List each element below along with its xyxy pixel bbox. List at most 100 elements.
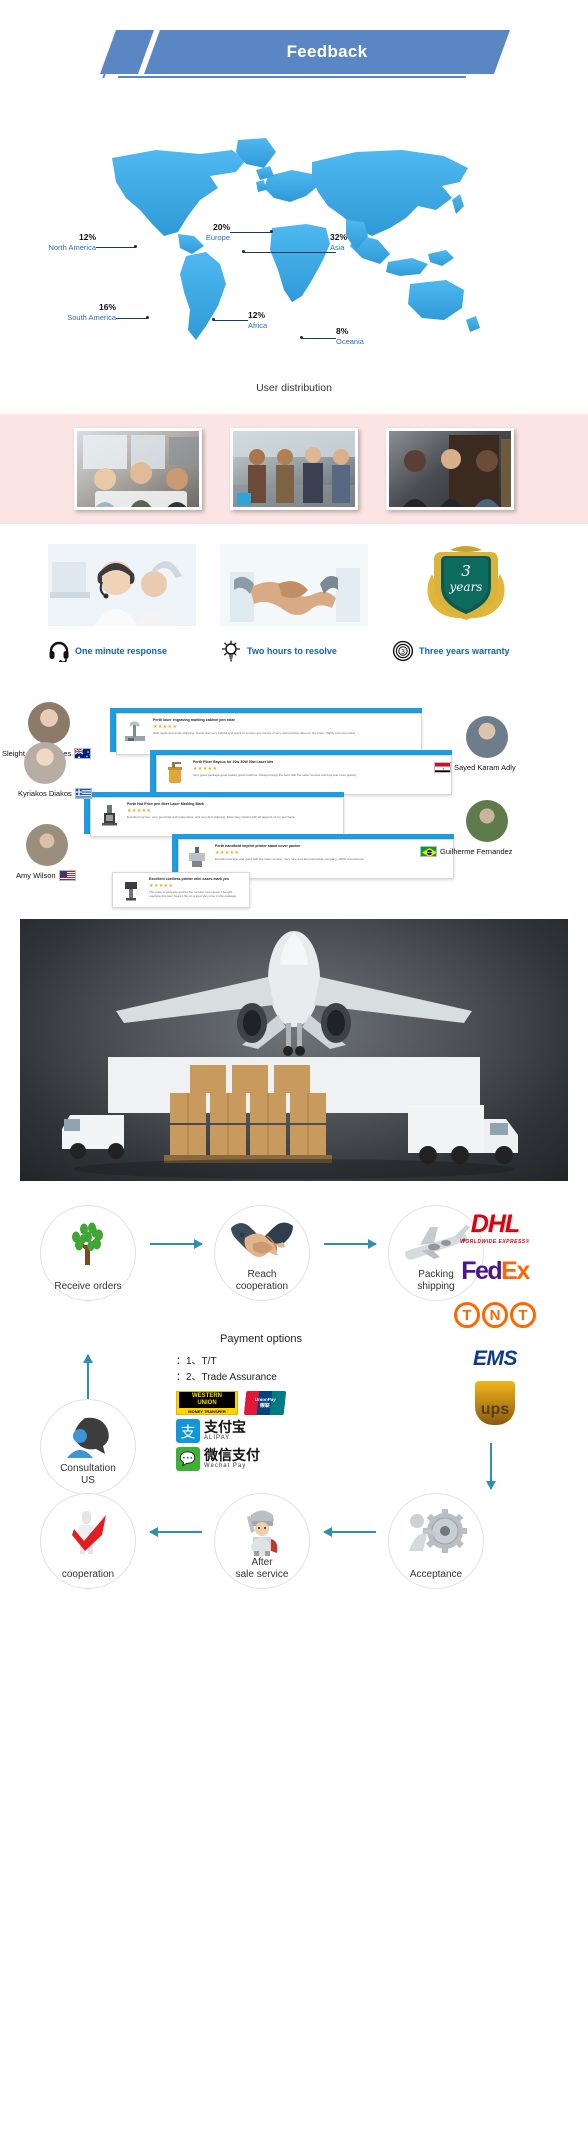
wu-line3: MONEY TRANSFER: [188, 1408, 226, 1414]
flag-greece: [74, 788, 92, 799]
leader-africa: [214, 320, 248, 321]
review-card-5[interactable]: Excellent cordless printer mini cases ma…: [112, 872, 250, 908]
review-text-3: Excellent service, very good fast and re…: [127, 814, 295, 819]
reviewer-name-text-2: Sayed Karam Adly: [454, 763, 516, 772]
review-text-1: Well made and quick shipping. Carrie was…: [153, 730, 355, 735]
flow-arrow-3: [149, 1527, 202, 1537]
ups-text: ups: [475, 1381, 515, 1425]
review-stars-1: ★★★★★: [153, 723, 178, 730]
review-product-thumb-4: [184, 844, 210, 870]
flow-label-consultation: Consultation US: [60, 1463, 116, 1487]
alipay-glyph: 支: [176, 1419, 200, 1443]
customer-photo-3: [386, 428, 514, 510]
reviewer-avatar-4: [466, 800, 508, 842]
map-pct-south-america: 16%: [98, 302, 116, 312]
payment-option-2: ：2、Trade Assurance: [176, 1371, 277, 1383]
reviewer-name-text-5: Amy Wilson: [16, 871, 56, 880]
flow-label-consultation-line1: Consultation: [60, 1463, 116, 1474]
customer-photo-1: [74, 428, 202, 510]
knight-icon: [215, 1504, 309, 1558]
reviewer-name-text-4: Guilherme Fernandez: [440, 847, 513, 856]
tree-icon: [41, 1216, 135, 1270]
leader-dot-north-america: [134, 245, 137, 248]
logistics-hero-section: [0, 909, 588, 1187]
service-label-warranty: Three years warranty: [419, 646, 510, 656]
page-title: Feedback: [286, 42, 368, 61]
flow-node-after-sale-service[interactable]: After sale service: [214, 1493, 310, 1589]
svg-text:3: 3: [461, 562, 471, 580]
badge-3-icon: 3: [392, 640, 414, 662]
flow-label-receive-orders: Receive orders: [54, 1281, 122, 1292]
tnt-letter-3: T: [510, 1302, 536, 1328]
hero-graphic: [62, 931, 518, 1179]
map-region-south-america: South America: [67, 313, 116, 323]
review-text-2: Very good package good quality good mach…: [193, 772, 357, 777]
map-marker-africa: 12% Africa: [248, 310, 288, 332]
tnt-letter-2: N: [482, 1302, 508, 1328]
reviewer-name-text-3: Kyriakos Diakos: [18, 789, 72, 798]
flow-node-cooperation[interactable]: cooperation: [40, 1493, 136, 1589]
flow-label-after-sale-line2: sale service: [235, 1569, 289, 1580]
map-marker-oceania: 8% Oceania: [336, 326, 382, 348]
flow-node-reach-cooperation[interactable]: Reach cooperation: [214, 1205, 310, 1301]
wechat-cn: 微信支付: [204, 1448, 260, 1464]
user-distribution-section: 12% North America 20% Europe 32% Asia 16…: [0, 120, 588, 410]
process-flow-section: Receive orders Reach cooperation Packing…: [0, 1205, 588, 1595]
review-card-1[interactable]: Perth laser engraving marking cabinet pe…: [116, 713, 422, 755]
flow-arrow-up-consultation: [83, 1354, 93, 1399]
ems-text: EMS: [472, 1347, 518, 1370]
reviewer-avatar-3: [24, 742, 66, 784]
banner-underline: [117, 76, 467, 78]
world-map-graphic: [112, 138, 480, 340]
flow-node-acceptance[interactable]: Acceptance: [388, 1493, 484, 1589]
reviewer-avatar-1: [28, 702, 70, 744]
review-title-1: Perth laser engraving marking cabinet pe…: [153, 718, 235, 722]
leader-asia: [244, 252, 336, 253]
flow-label-reach-line2: cooperation: [235, 1281, 289, 1292]
leader-oceania: [302, 338, 336, 339]
service-image-handshake: [220, 544, 368, 626]
map-region-asia: Asia: [330, 243, 345, 253]
leader-dot-africa: [212, 318, 215, 321]
call-center-graphic: [48, 544, 196, 626]
checkmark-person-icon: [41, 1504, 135, 1558]
reviewer-name-2: Sayed Karam Adly: [434, 762, 516, 773]
map-region-europe: Europe: [205, 233, 230, 243]
wechat-glyph: 💬: [176, 1447, 200, 1471]
map-pct-north-america: 12%: [78, 232, 96, 242]
carrier-ups: ups: [420, 1381, 570, 1425]
review-title-2: Perth Fiber Raycus for 20w 30W 50w Laser…: [193, 760, 274, 764]
reviewer-avatar-5: [26, 824, 68, 866]
payment-options-block: Payment options ：1、T/T ：2、Trade Assuranc…: [176, 1333, 346, 1475]
leader-dot-europe: [270, 230, 273, 233]
wu-line1: WESTERN: [192, 1393, 222, 1400]
customer-reviews-section: Perth laser engraving marking cabinet pe…: [0, 694, 588, 909]
review-stars-3: ★★★★★: [127, 807, 152, 814]
review-card-3[interactable]: Perth Hot Price pen fiber Laser Marking …: [90, 797, 344, 837]
flow-arrow-4: [323, 1527, 376, 1537]
feedback-banner: Feedback: [78, 30, 511, 78]
leader-dot-asia: [242, 250, 245, 253]
headset-icon: [49, 641, 69, 662]
carrier-ems: EMS: [420, 1337, 570, 1381]
review-text-5: The price is perfectly and for the servi…: [149, 889, 237, 899]
service-label-resolve: Two hours to resolve: [247, 646, 337, 656]
photo-3-graphic: [402, 435, 511, 507]
review-stars-4: ★★★★★: [215, 849, 240, 856]
review-product-thumb-2: [162, 760, 188, 786]
fedex-part2: Ex: [501, 1256, 530, 1285]
dhl-text: DHL: [470, 1209, 520, 1238]
review-card-2[interactable]: Perth Fiber Raycus for 20w 30W 50w Laser…: [156, 755, 452, 795]
flow-node-receive-orders[interactable]: Receive orders: [40, 1205, 136, 1301]
reviewer-name-4: Guilherme Fernandez: [420, 846, 513, 857]
flow-label-after-sale-line1: After: [251, 1557, 273, 1568]
consultation-icon: [41, 1410, 135, 1464]
review-product-thumb-1: [122, 718, 148, 744]
reviewer-name-3: Kyriakos Diakos: [18, 788, 92, 799]
flow-node-consultation[interactable]: Consultation US: [40, 1399, 136, 1495]
lightbulb-icon: [221, 640, 241, 662]
unionpay-logo: UnionPay 银联: [243, 1391, 287, 1415]
service-highlights-section: 3 years One minute response Two hours to…: [0, 524, 588, 676]
flow-arrow-1: [150, 1239, 203, 1249]
flow-arrow-down-acceptance: [486, 1443, 496, 1490]
